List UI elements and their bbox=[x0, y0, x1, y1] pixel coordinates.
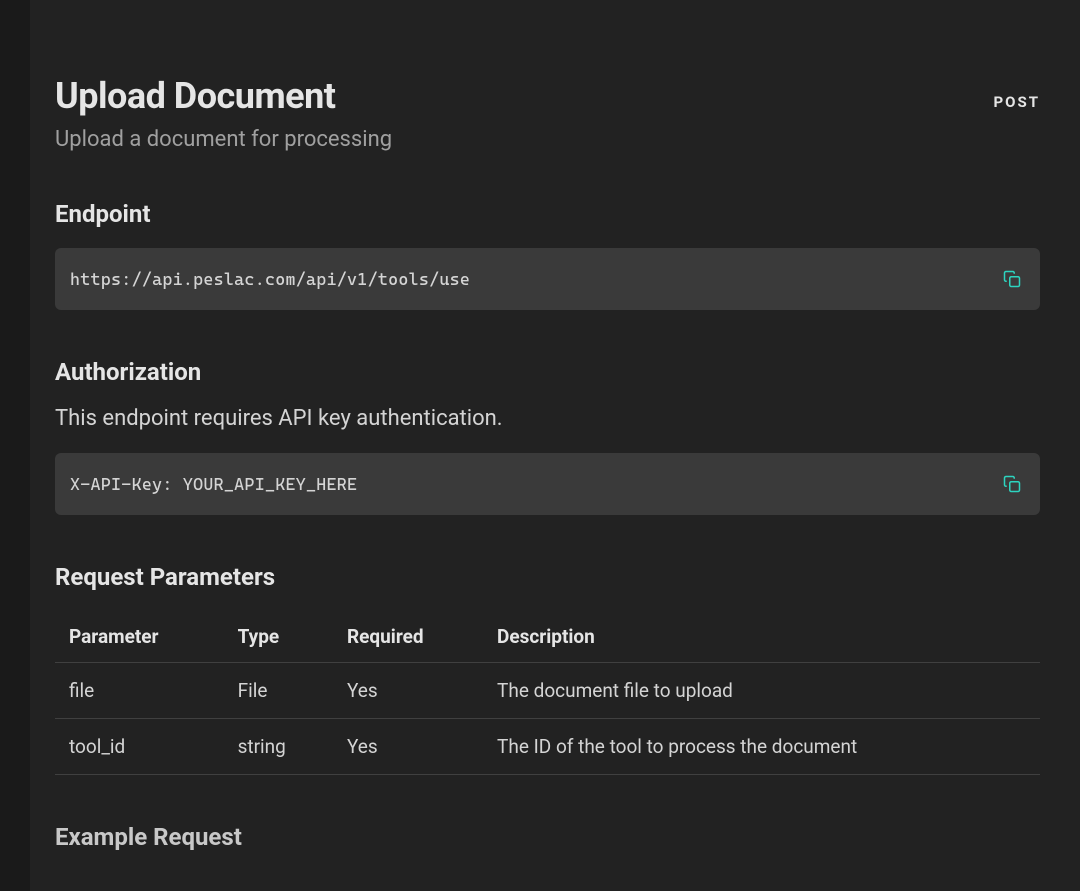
example-heading: Example Request bbox=[55, 823, 1040, 851]
authorization-heading: Authorization bbox=[55, 358, 1040, 386]
http-method-badge: POST bbox=[993, 75, 1040, 111]
authorization-code: X-API-Key: YOUR_API_KEY_HERE bbox=[70, 474, 357, 494]
page-title: Upload Document bbox=[55, 75, 392, 117]
endpoint-code-block: https://api.peslac.com/api/v1/tools/use bbox=[55, 248, 1040, 310]
table-header-row: Parameter Type Required Description bbox=[55, 611, 1040, 663]
cell-description: The document file to upload bbox=[483, 663, 1040, 719]
column-description: Description bbox=[483, 611, 1040, 663]
endpoint-url: https://api.peslac.com/api/v1/tools/use bbox=[70, 269, 470, 289]
parameters-table: Parameter Type Required Description file… bbox=[55, 611, 1040, 775]
authorization-description: This endpoint requires API key authentic… bbox=[55, 406, 1040, 431]
example-section: Example Request bbox=[55, 823, 1040, 851]
column-required: Required bbox=[333, 611, 483, 663]
table-row: file File Yes The document file to uploa… bbox=[55, 663, 1040, 719]
column-type: Type bbox=[224, 611, 333, 663]
page-subtitle: Upload a document for processing bbox=[55, 127, 392, 152]
column-parameter: Parameter bbox=[55, 611, 224, 663]
cell-param: tool_id bbox=[55, 719, 224, 775]
cell-required: Yes bbox=[333, 719, 483, 775]
endpoint-heading: Endpoint bbox=[55, 200, 1040, 228]
copy-icon bbox=[1003, 270, 1021, 288]
cell-param: file bbox=[55, 663, 224, 719]
page-header: Upload Document Upload a document for pr… bbox=[55, 75, 1040, 152]
cell-type: File bbox=[224, 663, 333, 719]
endpoint-section: Endpoint https://api.peslac.com/api/v1/t… bbox=[55, 200, 1040, 310]
copy-authorization-button[interactable] bbox=[999, 471, 1025, 497]
parameters-heading: Request Parameters bbox=[55, 563, 1040, 591]
cell-type: string bbox=[224, 719, 333, 775]
table-row: tool_id string Yes The ID of the tool to… bbox=[55, 719, 1040, 775]
authorization-code-block: X-API-Key: YOUR_API_KEY_HERE bbox=[55, 453, 1040, 515]
cell-required: Yes bbox=[333, 663, 483, 719]
copy-endpoint-button[interactable] bbox=[999, 266, 1025, 292]
parameters-section: Request Parameters Parameter Type Requir… bbox=[55, 563, 1040, 775]
authorization-section: Authorization This endpoint requires API… bbox=[55, 358, 1040, 515]
copy-icon bbox=[1003, 475, 1021, 493]
cell-description: The ID of the tool to process the docume… bbox=[483, 719, 1040, 775]
